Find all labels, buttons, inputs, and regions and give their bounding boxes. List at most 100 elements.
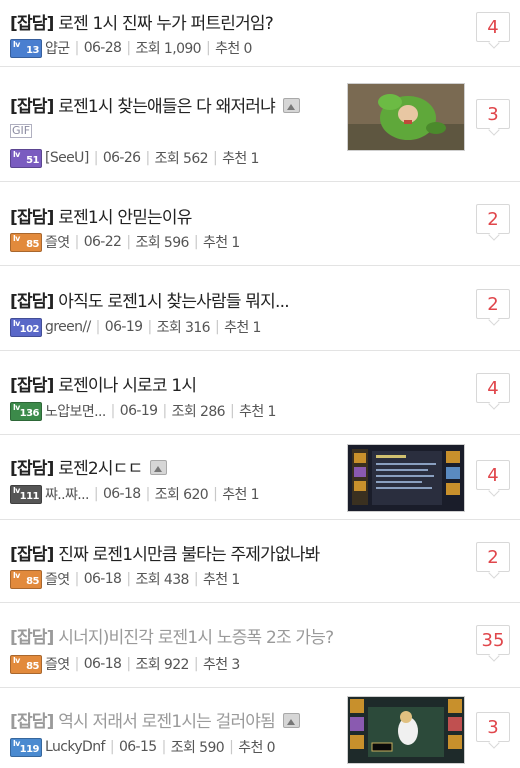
comment-count-badge[interactable]: 35: [476, 625, 510, 655]
separator: |: [229, 403, 235, 419]
image-attachment-icon: [282, 98, 300, 113]
post-thumbnail[interactable]: [347, 444, 465, 512]
post-title[interactable]: [잡담] 로젠1시 안믿는이유: [10, 203, 460, 228]
post-likes: 추천 1: [202, 235, 240, 251]
post-title[interactable]: [잡담] 역시 저래서 로젠1시는 걸러야됨: [10, 707, 340, 732]
post-views: 조회 316: [156, 320, 211, 336]
post-likes: 추천 1: [239, 404, 276, 420]
post-title[interactable]: [잡담] 시너지)비진각 로젠1시 노증폭 2조 가능?: [10, 623, 465, 648]
level-badge-icon: lv 13: [10, 38, 42, 58]
level-badge-icon: lv 119: [10, 737, 42, 757]
gif-icon: GIF: [10, 124, 33, 138]
post-title-text: 로젠 1시 진짜 누가 퍼트린거임?: [58, 14, 274, 34]
post-row-5[interactable]: [잡담] 로젠이나 시로코 1시 lv 136 노압보면... | 06-19 |…: [0, 351, 520, 435]
post-meta: lv 51 [SeeU] | 06-26 | 조회 562 | 추천 1: [10, 148, 259, 168]
post-category: [잡담]: [10, 97, 54, 117]
post-author[interactable]: 즐엿: [45, 569, 70, 589]
post-title[interactable]: [잡담] 진짜 로젠1시만큼 불타는 주제가없나봐: [10, 540, 465, 565]
post-title-text: 역시 저래서 로젠1시는 걸러야됨: [58, 712, 276, 732]
level-badge-icon: lv 85: [10, 654, 42, 674]
comment-count-badge[interactable]: 2: [476, 542, 510, 572]
separator: |: [93, 150, 99, 166]
post-author[interactable]: 즐엿: [45, 654, 70, 674]
post-row-6[interactable]: [잡담] 로젠2시ㄷㄷ lv 111 쨔..쨔... | 06-18 | 조회 6…: [0, 435, 520, 520]
post-row-2[interactable]: [잡담] 로젠1시 찾는애들은 다 왜저러냐 GIF lv 51 [SeeU] |…: [0, 67, 520, 182]
level-badge-icon: lv 85: [10, 569, 42, 589]
post-views: 조회 590: [170, 740, 225, 756]
post-category: [잡담]: [10, 459, 54, 479]
post-title[interactable]: [잡담] 로젠2시ㄷㄷ: [10, 454, 340, 479]
separator: |: [109, 739, 115, 755]
level-number: 85: [26, 660, 39, 672]
separator: |: [74, 656, 80, 672]
separator: |: [74, 40, 80, 56]
post-views: 조회 1,090: [135, 41, 202, 57]
post-views: 조회 438: [135, 572, 190, 588]
post-views: 조회 620: [154, 487, 209, 503]
comment-count-badge[interactable]: 4: [476, 12, 510, 42]
post-row-8[interactable]: [잡담] 시너지)비진각 로젠1시 노증폭 2조 가능? lv 85 즐엿 | 0…: [0, 603, 520, 688]
post-date: 06-18: [83, 571, 122, 587]
post-date: 06-18: [83, 656, 122, 672]
post-category: [잡담]: [10, 292, 54, 312]
post-meta: lv 111 쨔..쨔... | 06-18 | 조회 620 | 추천 1: [10, 484, 260, 504]
separator: |: [110, 403, 116, 419]
post-author[interactable]: 얍군: [45, 38, 70, 58]
post-title-text: 아직도 로젠1시 찾는사람들 뭐지...: [58, 292, 289, 312]
post-title-text: 로젠1시 찾는애들은 다 왜저러냐: [58, 97, 276, 117]
post-row-3[interactable]: [잡담] 로젠1시 안믿는이유 lv 85 즐엿 | 06-22 | 조회 596…: [0, 182, 520, 266]
post-views: 조회 286: [171, 404, 226, 420]
post-author[interactable]: 즐엿: [45, 232, 70, 252]
post-row-4[interactable]: [잡담] 아직도 로젠1시 찾는사람들 뭐지... lv 102 green// …: [0, 266, 520, 351]
post-author[interactable]: 쨔..쨔...: [45, 484, 89, 504]
level-badge-icon: lv 136: [10, 401, 42, 421]
post-views: 조회 922: [135, 657, 190, 673]
post-category: [잡담]: [10, 712, 54, 732]
post-title[interactable]: [잡담] 로젠이나 시로코 1시: [10, 371, 460, 396]
comment-count-badge[interactable]: 2: [476, 289, 510, 319]
separator: |: [193, 656, 199, 672]
post-author[interactable]: [SeeU]: [45, 150, 89, 166]
post-author[interactable]: 노압보면...: [45, 401, 106, 421]
post-title[interactable]: [잡담] 로젠1시 찾는애들은 다 왜저러냐: [10, 92, 340, 117]
post-date: 06-19: [119, 403, 158, 419]
post-likes: 추천 3: [202, 657, 240, 673]
comment-count-badge[interactable]: 3: [476, 712, 510, 742]
level-number: 13: [26, 44, 39, 56]
post-category: [잡담]: [10, 208, 54, 228]
level-number: 102: [19, 323, 40, 335]
level-number: 111: [19, 490, 40, 502]
level-number: 136: [19, 407, 40, 419]
separator: |: [95, 319, 101, 335]
post-row-9[interactable]: [잡담] 역시 저래서 로젠1시는 걸러야됨 lv 119 LuckyDnf | …: [0, 688, 520, 768]
post-row-1[interactable]: [잡담] 로젠 1시 진짜 누가 퍼트린거임? lv 13 얍군 | 06-28 …: [0, 0, 520, 67]
post-title-text: 진짜 로젠1시만큼 불타는 주제가없나봐: [58, 545, 320, 565]
post-likes: 추천 1: [222, 151, 259, 167]
separator: |: [147, 319, 152, 335]
post-title[interactable]: [잡담] 로젠 1시 진짜 누가 퍼트린거임?: [10, 9, 460, 34]
post-author[interactable]: LuckyDnf: [45, 739, 105, 755]
comment-count-badge[interactable]: 4: [476, 460, 510, 490]
comment-count-badge[interactable]: 2: [476, 204, 510, 234]
post-thumbnail[interactable]: [347, 83, 465, 151]
post-views: 조회 562: [154, 151, 209, 167]
comment-count-badge[interactable]: 4: [476, 373, 510, 403]
comment-count-badge[interactable]: 3: [476, 99, 510, 129]
image-attachment-icon: [282, 713, 300, 728]
post-list: [잡담] 로젠 1시 진짜 누가 퍼트린거임? lv 13 얍군 | 06-28 …: [0, 0, 520, 768]
separator: |: [126, 40, 131, 56]
separator: |: [145, 150, 151, 166]
post-meta: lv 85 즐엿 | 06-22 | 조회 596 | 추천 1: [10, 232, 240, 252]
post-row-7[interactable]: [잡담] 진짜 로젠1시만큼 불타는 주제가없나봐 lv 85 즐엿 | 06-1…: [0, 520, 520, 603]
post-likes: 추천 1: [222, 487, 259, 503]
post-title[interactable]: [잡담] 아직도 로젠1시 찾는사람들 뭐지...: [10, 287, 460, 312]
post-meta: lv 13 얍군 | 06-28 | 조회 1,090 | 추천 0: [10, 38, 252, 58]
post-thumbnail[interactable]: [347, 696, 465, 764]
post-author[interactable]: green//: [45, 319, 91, 335]
post-meta: lv 85 즐엿 | 06-18 | 조회 922 | 추천 3: [10, 654, 240, 674]
level-number: 51: [26, 154, 39, 166]
post-category: [잡담]: [10, 14, 54, 34]
post-title-text: 로젠이나 시로코 1시: [58, 376, 197, 396]
separator: |: [74, 234, 80, 250]
separator: |: [145, 486, 151, 502]
